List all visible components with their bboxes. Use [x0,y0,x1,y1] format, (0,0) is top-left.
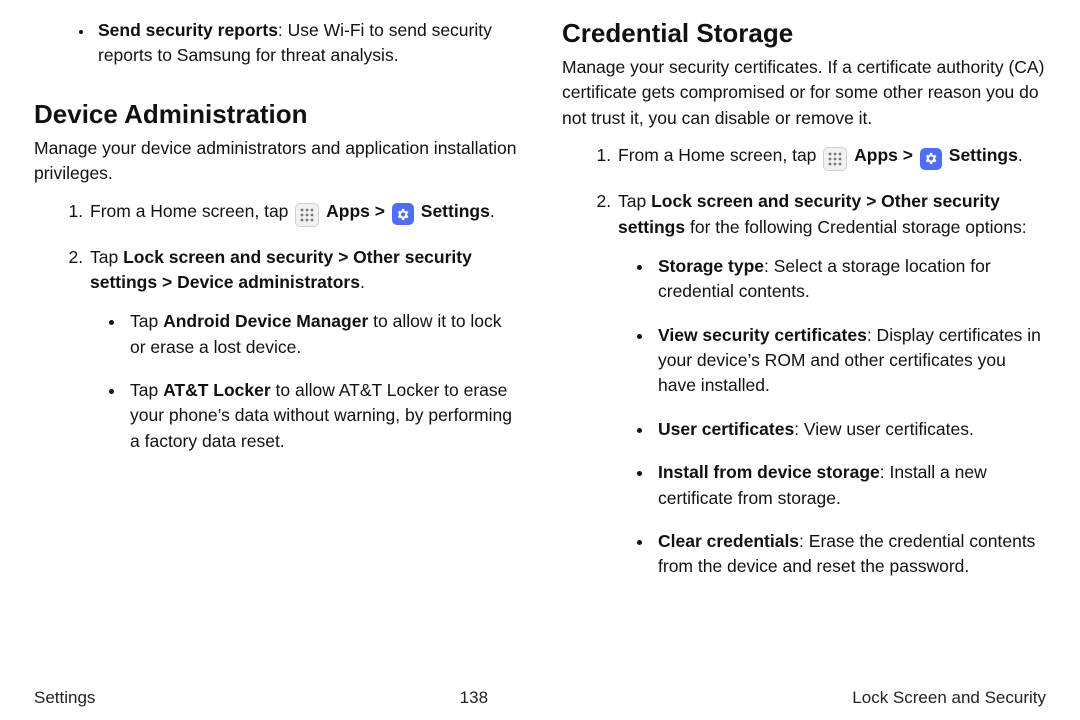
footer: Settings 138 Lock Screen and Security [34,686,1046,708]
settings-icon [392,203,414,225]
intro-bullet-list: Send security reports: Use Wi-Fi to send… [34,18,518,69]
apps-label: Apps [326,201,370,221]
opt-clear: Clear credentials: Erase the credential … [654,529,1046,580]
period: . [490,201,495,221]
device-admin-steps: From a Home screen, tap Apps > Settings. [34,199,518,455]
t: for the following Credential storage opt… [685,217,1026,237]
bullet-lead: Send security reports [98,20,278,40]
period: . [1018,145,1023,165]
t: Tap [130,311,163,331]
chevron-icon: > [162,272,172,292]
apps-icon [295,203,319,227]
t: : View user certificates. [794,419,974,439]
step-2: Tap Lock screen and security > Other sec… [88,245,518,455]
sub-adm: Tap Android Device Manager to allow it t… [126,309,518,360]
t: Tap [618,191,651,211]
columns: Send security reports: Use Wi-Fi to send… [34,18,1046,686]
chevron-icon: > [338,247,348,267]
device-admin-intro: Manage your device administrators and ap… [34,136,518,187]
step-1: From a Home screen, tap Apps > Settings. [88,199,518,227]
t: Install from device storage [658,462,880,482]
t: Tap [130,380,163,400]
t: AT&T Locker [163,380,271,400]
opt-storage-type: Storage type: Select a storage location … [654,254,1046,305]
right-column: Credential Storage Manage your security … [562,18,1046,686]
t: Clear credentials [658,531,799,551]
period: . [360,272,365,292]
t: Android Device Manager [163,311,368,331]
settings-label: Settings [421,201,490,221]
page-number: 138 [460,688,488,708]
footer-left: Settings [34,688,95,708]
step-2: Tap Lock screen and security > Other sec… [616,189,1046,580]
opt-view-certs: View security certificates: Display cert… [654,323,1046,399]
t: Storage type [658,256,764,276]
apps-label: Apps [854,145,898,165]
step1-pre: From a Home screen, tap [90,201,293,221]
t: Lock screen and security [651,191,861,211]
bullet-send-security-reports: Send security reports: Use Wi-Fi to send… [94,18,518,69]
apps-icon [823,147,847,171]
sub-att: Tap AT&T Locker to allow AT&T Locker to … [126,378,518,454]
t: User certificates [658,419,794,439]
heading-device-administration: Device Administration [34,99,518,130]
footer-right: Lock Screen and Security [852,688,1046,708]
chevron-icon: > [375,201,385,221]
s2d: Device administrators [177,272,360,292]
settings-icon [920,148,942,170]
heading-credential-storage: Credential Storage [562,18,1046,49]
s2a: Tap [90,247,123,267]
credential-options: Storage type: Select a storage location … [618,254,1046,580]
step1-pre: From a Home screen, tap [618,145,821,165]
chevron-icon: > [866,191,876,211]
t: View security certificates [658,325,867,345]
settings-label: Settings [949,145,1018,165]
credential-steps: From a Home screen, tap Apps > Settings. [562,143,1046,580]
left-column: Send security reports: Use Wi-Fi to send… [34,18,518,686]
opt-install: Install from device storage: Install a n… [654,460,1046,511]
step2-subitems: Tap Android Device Manager to allow it t… [90,309,518,454]
opt-user-certs: User certificates: View user certificate… [654,417,1046,442]
s2b: Lock screen and security [123,247,333,267]
page: Send security reports: Use Wi-Fi to send… [0,0,1080,720]
chevron-icon: > [903,145,913,165]
credential-intro: Manage your security certificates. If a … [562,55,1046,131]
step-1: From a Home screen, tap Apps > Settings. [616,143,1046,171]
